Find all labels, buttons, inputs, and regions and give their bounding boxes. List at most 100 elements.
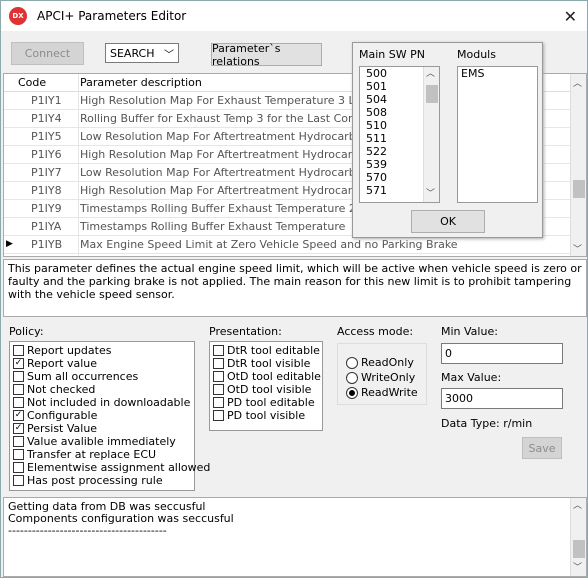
- access-mode-radio[interactable]: ReadOnly: [346, 356, 414, 369]
- row-description: High Resolution Map For Aftertreatment H…: [80, 148, 390, 161]
- row-code: P1IY7: [31, 166, 62, 179]
- parameter-relations-button[interactable]: Parameter`s relations: [211, 42, 322, 68]
- checkbox-icon[interactable]: [13, 397, 24, 408]
- sw-list-scrollbar[interactable]: ︿ ﹀: [423, 67, 439, 202]
- checkbox-icon[interactable]: ✓: [13, 358, 24, 369]
- sw-pn-title: Main SW PN: [359, 48, 425, 61]
- row-code: P1IY1: [31, 94, 62, 107]
- checkbox-label: PD tool visible: [227, 409, 306, 422]
- row-description: Low Resolution Map For Aftertreatment Hy…: [80, 130, 387, 143]
- scroll-up-icon[interactable]: ︿: [573, 76, 582, 89]
- policy-title: Policy:: [9, 325, 44, 338]
- presentation-checkbox[interactable]: DtR tool editable: [213, 344, 320, 357]
- max-value-label: Max Value:: [441, 371, 502, 384]
- search-dropdown-value: SEARCH: [110, 46, 155, 60]
- data-type-label: Data Type: r/min: [441, 417, 533, 430]
- row-code: P1IYA: [31, 220, 62, 233]
- grid-scrollbar-thumb[interactable]: [573, 180, 585, 198]
- row-code: P1IY8: [31, 184, 62, 197]
- checkbox-label: Report updates: [27, 344, 112, 357]
- checkbox-label: Value avalible immediately: [27, 435, 176, 448]
- scroll-up-icon[interactable]: ︿: [573, 500, 582, 512]
- radio-icon[interactable]: [346, 371, 358, 384]
- min-value-label: Min Value:: [441, 325, 498, 338]
- row-description: Timestamps Rolling Buffer Exhaust Temper…: [80, 220, 346, 233]
- checkbox-icon[interactable]: [13, 345, 24, 356]
- checkbox-icon[interactable]: [13, 449, 24, 460]
- policy-checkbox[interactable]: Transfer at replace ECU: [13, 448, 156, 461]
- checkbox-label: PD tool editable: [227, 396, 315, 409]
- checkbox-icon[interactable]: [213, 358, 224, 369]
- moduls-list[interactable]: EMS: [457, 66, 538, 203]
- close-icon[interactable]: ✕: [564, 7, 577, 26]
- policy-checkbox[interactable]: ✓ Persist Value: [13, 422, 97, 435]
- checkbox-label: Not included in downloadable: [27, 396, 191, 409]
- search-dropdown[interactable]: SEARCH ﹀: [105, 43, 179, 63]
- save-button[interactable]: Save: [522, 437, 562, 459]
- chevron-down-icon: ﹀: [164, 50, 174, 61]
- scroll-down-icon[interactable]: ﹀: [573, 562, 582, 574]
- grid-scrollbar[interactable]: ︿ ﹀: [570, 74, 586, 256]
- row-description: Timestamps Rolling Buffer Exhaust Temper…: [80, 202, 356, 215]
- policy-checkbox[interactable]: Value avalible immediately: [13, 435, 176, 448]
- checkbox-icon[interactable]: [213, 371, 224, 382]
- policy-checkbox[interactable]: Has post processing rule: [13, 474, 163, 487]
- radio-label: ReadOnly: [361, 356, 414, 369]
- presentation-checkbox[interactable]: OtD tool visible: [213, 383, 311, 396]
- sw-list-scrollbar-thumb[interactable]: [426, 85, 438, 103]
- connect-button[interactable]: Connect: [11, 42, 84, 65]
- checkbox-label: Transfer at replace ECU: [27, 448, 157, 461]
- checkbox-icon[interactable]: [13, 462, 24, 473]
- scroll-up-icon[interactable]: ︿: [426, 68, 435, 81]
- ok-button[interactable]: OK: [411, 210, 485, 233]
- presentation-checkbox[interactable]: OtD tool editable: [213, 370, 321, 383]
- app-logo-icon: DX: [9, 7, 27, 25]
- radio-icon[interactable]: [346, 356, 358, 369]
- presentation-checkbox[interactable]: PD tool editable: [213, 396, 315, 409]
- checkbox-icon[interactable]: [13, 436, 24, 447]
- checkbox-label: Sum all occurrences: [27, 370, 139, 383]
- policy-checkbox[interactable]: Not included in downloadable: [13, 396, 190, 409]
- checkbox-icon[interactable]: [13, 475, 24, 486]
- moduls-title: Moduls: [457, 48, 496, 61]
- row-code: P1IY5: [31, 130, 62, 143]
- policy-checkbox[interactable]: Report updates: [13, 344, 111, 357]
- checkbox-icon[interactable]: [13, 384, 24, 395]
- policy-checkbox[interactable]: Not checked: [13, 383, 95, 396]
- relations-popup: Main SW PN Moduls 500 501 504 508 510 511 522 5…: [352, 42, 543, 238]
- checkbox-icon[interactable]: [213, 410, 224, 421]
- radio-icon[interactable]: [346, 386, 358, 399]
- column-header-code[interactable]: Code: [18, 76, 46, 89]
- list-item[interactable]: EMS: [458, 67, 537, 80]
- radio-label: WriteOnly: [361, 371, 416, 384]
- scroll-down-icon[interactable]: ﹀: [573, 242, 582, 255]
- min-value-field[interactable]: 0: [441, 343, 563, 364]
- policy-checkbox[interactable]: Sum all occurrences: [13, 370, 138, 383]
- sw-pn-list[interactable]: 500 501 504 508 510 511 522 539 570 571 ︿ ﹀: [359, 66, 440, 203]
- table-row[interactable]: ▶ P1IYB Max Engine Speed Limit at Zero Veh…: [4, 236, 572, 254]
- checkbox-icon[interactable]: ✓: [13, 423, 24, 434]
- policy-checkbox[interactable]: Elementwise assignment allowed: [13, 461, 210, 474]
- column-header-description[interactable]: Parameter description: [80, 76, 202, 89]
- log-scrollbar[interactable]: ︿ ﹀: [570, 498, 586, 576]
- row-code: P1IY6: [31, 148, 62, 161]
- policy-checkbox[interactable]: ✓ Configurable: [13, 409, 97, 422]
- presentation-checkbox[interactable]: DtR tool visible: [213, 357, 310, 370]
- checkbox-label: Has post processing rule: [27, 474, 163, 487]
- checkbox-icon[interactable]: [213, 397, 224, 408]
- row-description: High Resolution Map For Exhaust Temperat…: [80, 94, 393, 107]
- row-code: P1IY4: [31, 112, 62, 125]
- row-selector-icon: ▶: [6, 239, 13, 249]
- presentation-checkbox[interactable]: PD tool visible: [213, 409, 305, 422]
- checkbox-icon[interactable]: ✓: [13, 410, 24, 421]
- checkbox-icon[interactable]: [213, 384, 224, 395]
- checkbox-label: OtD tool visible: [227, 383, 312, 396]
- policy-checkbox[interactable]: ✓ Report value: [13, 357, 97, 370]
- access-mode-radio[interactable]: ReadWrite: [346, 386, 418, 399]
- checkbox-icon[interactable]: [213, 345, 224, 356]
- scroll-down-icon[interactable]: ﹀: [426, 188, 435, 201]
- log-scrollbar-thumb[interactable]: [573, 540, 585, 558]
- access-mode-radio[interactable]: WriteOnly: [346, 371, 415, 384]
- checkbox-icon[interactable]: [13, 371, 24, 382]
- max-value-field[interactable]: 3000: [441, 388, 563, 409]
